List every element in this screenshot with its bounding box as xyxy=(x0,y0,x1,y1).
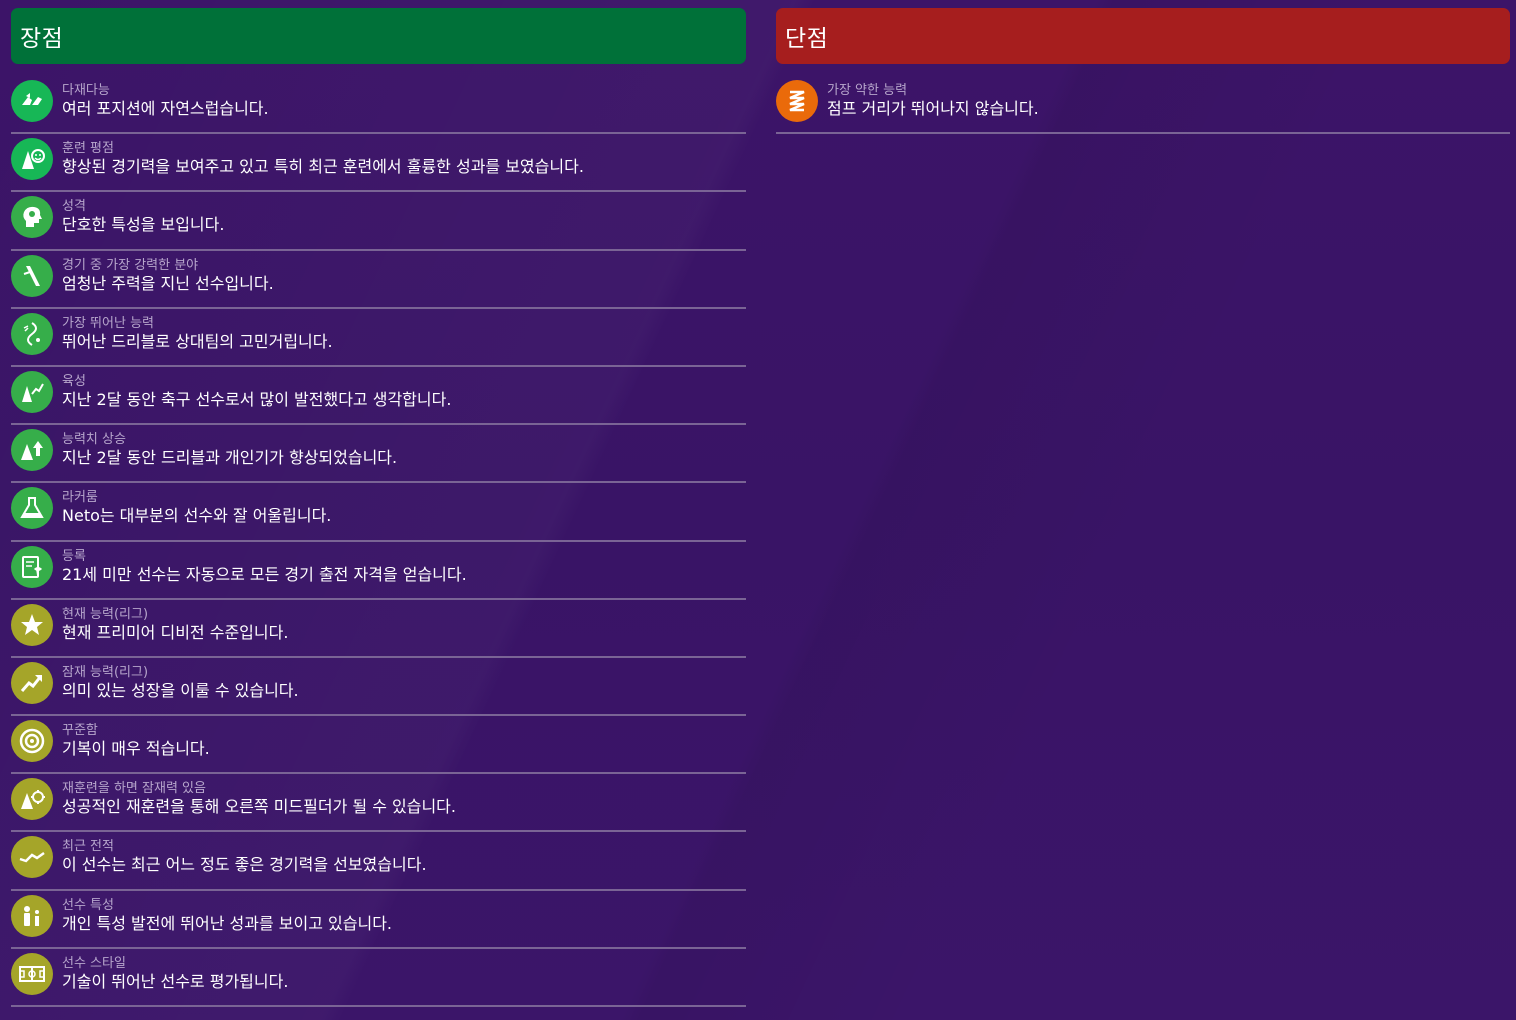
list-item[interactable]: 가장 약한 능력 점프 거리가 뛰어나지 않습니다. xyxy=(776,76,1510,135)
pros-title: 장점 xyxy=(20,26,64,52)
item-label: 경기 중 가장 강력한 분야 xyxy=(62,257,199,273)
training-rating-icon xyxy=(11,138,53,181)
list-item[interactable]: 등록 21세 미만 선수는 자동으로 모든 경기 출전 자격을 얻습니다. xyxy=(11,542,746,600)
item-desc: 엄청난 주력을 지닌 선수입니다. xyxy=(62,273,274,293)
item-desc: 기복이 매우 적습니다. xyxy=(62,739,210,759)
item-desc: 지난 2달 동안 드리블과 개인기가 향상되었습니다. xyxy=(62,448,398,468)
item-label: 가장 약한 능력 xyxy=(827,83,908,98)
list-item[interactable]: 잠재 능력(리그) 의미 있는 성장을 이룰 수 있습니다. xyxy=(11,658,746,717)
player-traits-icon xyxy=(11,894,53,937)
item-desc: 뛰어난 드리블로 상대팀의 고민거립니다. xyxy=(62,331,333,351)
item-desc: 이 선수는 최근 어느 정도 좋은 경기력을 선보였습니다. xyxy=(62,855,427,875)
item-desc: 기술이 뛰어난 선수로 평가됩니다. xyxy=(62,971,289,991)
list-item[interactable]: 훈련 평점 향상된 경기력을 보여주고 있고 특히 최근 훈련에서 훌륭한 성과… xyxy=(11,134,746,193)
registration-icon xyxy=(11,545,53,588)
list-item[interactable]: 다재다능 여러 포지션에 자연스럽습니다. xyxy=(11,76,746,135)
item-label: 등록 xyxy=(62,548,86,564)
strongest-area-icon xyxy=(11,254,53,297)
list-item[interactable]: 능력치 상승 지난 2달 동안 드리블과 개인기가 향상되었습니다. xyxy=(11,425,746,484)
spring-icon xyxy=(776,80,818,122)
item-desc: 향상된 경기력을 보여주고 있고 특히 최근 훈련에서 훌륭한 성과를 보였습니… xyxy=(62,157,584,177)
item-label: 다재다능 xyxy=(62,83,110,98)
cons-header: 단점 xyxy=(776,8,1510,64)
item-desc: 여러 포지션에 자연스럽습니다. xyxy=(62,99,269,118)
item-desc: 현재 프리미어 디비전 수준입니다. xyxy=(62,622,289,642)
item-desc: 성공적인 재훈련을 통해 오른쪽 미드필더가 될 수 있습니다. xyxy=(62,797,456,817)
pros-panel: 장점 다재다능 여러 포지션에 자연스럽습니다. 훈련 평점 향상된 경기력을 … xyxy=(11,8,746,1007)
list-item[interactable]: 라커룸 Neto는 대부분의 선수와 잘 어울립니다. xyxy=(11,483,746,542)
item-label: 훈련 평점 xyxy=(62,141,114,157)
pitch-icon xyxy=(11,952,53,995)
item-label: 선수 특성 xyxy=(62,897,114,913)
item-label: 능력치 상승 xyxy=(62,432,126,448)
list-item[interactable]: 육성 지난 2달 동안 축구 선수로서 많이 발전했다고 생각합니다. xyxy=(11,367,746,426)
list-item[interactable]: 최근 전적 이 선수는 최근 어느 정도 좋은 경기력을 선보였습니다. xyxy=(11,832,746,891)
cons-list: 가장 약한 능력 점프 거리가 뛰어나지 않습니다. xyxy=(776,76,1510,135)
item-label: 육성 xyxy=(62,373,86,389)
star-icon xyxy=(11,603,53,646)
list-item[interactable]: 현재 능력(리그) 현재 프리미어 디비전 수준입니다. xyxy=(11,600,746,658)
versatility-icon xyxy=(11,80,53,122)
retrain-icon xyxy=(11,778,53,821)
list-item[interactable]: 선수 특성 개인 특성 발전에 뛰어난 성과를 보이고 있습니다. xyxy=(11,891,746,949)
list-item[interactable]: 가장 뛰어난 능력 뛰어난 드리블로 상대팀의 고민거립니다. xyxy=(11,309,746,367)
item-label: 꾸준함 xyxy=(62,723,98,739)
item-label: 라커룸 xyxy=(62,490,98,506)
trend-up-icon xyxy=(11,661,53,704)
list-item[interactable]: 재훈련을 하면 잠재력 있음 성공적인 재훈련을 통해 오른쪽 미드필더가 될 … xyxy=(11,774,746,833)
pros-header: 장점 xyxy=(11,8,746,64)
list-item[interactable]: 꾸준함 기복이 매우 적습니다. xyxy=(11,716,746,775)
item-label: 재훈련을 하면 잠재력 있음 xyxy=(62,781,206,797)
best-ability-icon xyxy=(11,312,53,355)
item-desc: 단호한 특성을 보입니다. xyxy=(62,215,225,235)
development-icon xyxy=(11,370,53,413)
item-label: 선수 스타일 xyxy=(62,955,126,971)
list-item[interactable]: 성격 단호한 특성을 보입니다. xyxy=(11,192,746,251)
personality-icon xyxy=(11,196,53,239)
item-label: 성격 xyxy=(62,199,86,215)
list-item[interactable]: 경기 중 가장 강력한 분야 엄청난 주력을 지닌 선수입니다. xyxy=(11,251,746,309)
item-label: 가장 뛰어난 능력 xyxy=(62,315,154,331)
item-label: 잠재 능력(리그) xyxy=(62,664,149,680)
flask-icon xyxy=(11,487,53,530)
pros-list: 다재다능 여러 포지션에 자연스럽습니다. 훈련 평점 향상된 경기력을 보여주… xyxy=(11,76,746,1007)
item-label: 현재 능력(리그) xyxy=(62,606,149,622)
item-desc: Neto는 대부분의 선수와 잘 어울립니다. xyxy=(62,506,332,526)
item-desc: 지난 2달 동안 축구 선수로서 많이 발전했다고 생각합니다. xyxy=(62,389,452,409)
cons-title: 단점 xyxy=(785,26,829,52)
recent-form-icon xyxy=(11,836,53,879)
item-desc: 점프 거리가 뛰어나지 않습니다. xyxy=(827,99,1039,118)
item-label: 최근 전적 xyxy=(62,839,114,855)
list-item[interactable]: 선수 스타일 기술이 뛰어난 선수로 평가됩니다. xyxy=(11,949,746,1007)
target-icon xyxy=(11,720,53,763)
attribute-rise-icon xyxy=(11,429,53,472)
item-desc: 의미 있는 성장을 이룰 수 있습니다. xyxy=(62,680,299,700)
cons-panel: 단점 가장 약한 능력 점프 거리가 뛰어나지 않습니다. xyxy=(776,8,1510,135)
item-desc: 개인 특성 발전에 뛰어난 성과를 보이고 있습니다. xyxy=(62,913,393,933)
item-desc: 21세 미만 선수는 자동으로 모든 경기 출전 자격을 얻습니다. xyxy=(62,564,467,584)
